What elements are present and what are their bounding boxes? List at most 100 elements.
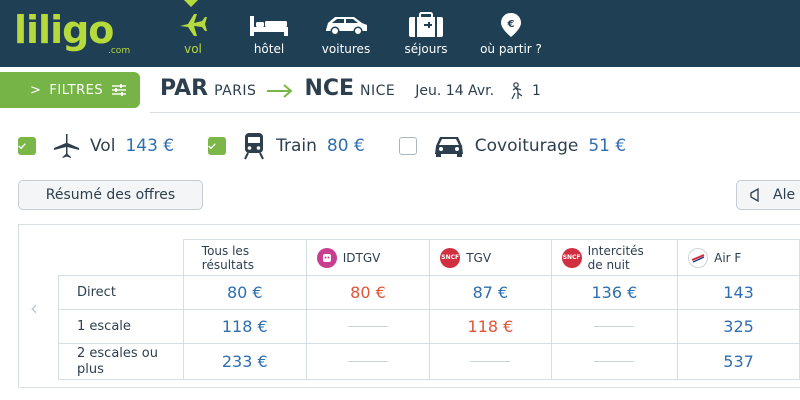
empty-cell bbox=[550, 309, 679, 344]
svg-text:€: € bbox=[507, 19, 515, 30]
column-header-label: TGV bbox=[466, 250, 492, 265]
no-offer-dash bbox=[347, 361, 388, 362]
mode-covoiturage[interactable]: Covoiturage 51 € bbox=[398, 134, 627, 158]
empty-cell bbox=[305, 343, 431, 380]
checkbox-train[interactable] bbox=[208, 137, 227, 155]
nav-label-voitures: voitures bbox=[321, 42, 371, 56]
tab-alert[interactable]: Ale bbox=[736, 180, 800, 210]
no-offer-dash bbox=[470, 361, 511, 362]
checkmark-icon bbox=[208, 143, 216, 150]
price-cell[interactable]: 143 bbox=[677, 275, 800, 310]
row-label-line: 2 escales ou bbox=[77, 345, 158, 361]
checkmark-icon bbox=[18, 143, 26, 150]
chevron-left-icon[interactable]: ‹ bbox=[30, 296, 38, 320]
plane-icon bbox=[54, 134, 79, 158]
no-offer-dash bbox=[594, 361, 635, 362]
nav-label-hotel: hôtel bbox=[253, 42, 285, 56]
travel-date: Jeu. 14 Avr. bbox=[415, 83, 495, 99]
no-offer-dash bbox=[594, 326, 635, 327]
price-cell[interactable]: 136 € bbox=[550, 275, 679, 310]
car-icon bbox=[434, 137, 463, 157]
row-label-line: plus bbox=[77, 361, 104, 377]
row-label-direct: Direct bbox=[58, 275, 184, 310]
air-france-logo-icon bbox=[688, 247, 709, 268]
transport-mode-filters: Vol 143 € Train 80 € Covoiturage 51 € bbox=[18, 130, 660, 162]
empty-cell bbox=[305, 309, 431, 344]
liligo-logo[interactable]: liligo .com bbox=[14, 8, 144, 58]
megaphone-icon bbox=[750, 188, 759, 202]
sncf-logo-icon: SNCF bbox=[561, 247, 582, 268]
column-header-idtgv[interactable]: IDTGV bbox=[305, 239, 431, 276]
mode-price-vol: 143 € bbox=[125, 136, 175, 156]
mode-vol[interactable]: Vol 143 € bbox=[18, 133, 174, 159]
plane-icon bbox=[180, 14, 207, 36]
column-header-label: Intercités bbox=[587, 243, 644, 258]
checkbox-covoiturage[interactable] bbox=[398, 137, 417, 155]
origin-code: PAR bbox=[160, 76, 209, 101]
price-cell[interactable]: 233 € bbox=[182, 343, 307, 380]
nav-item-voitures[interactable]: voitures bbox=[318, 12, 374, 62]
tab-resume-des-offres[interactable]: Résumé des offres bbox=[18, 180, 203, 210]
column-header-air-france[interactable]: Air F bbox=[677, 239, 800, 276]
top-navigation-bar: liligo .com vol hôtel voitures séjours €… bbox=[0, 0, 800, 67]
route-summary[interactable]: PAR PARIS NCE NICE Jeu. 14 Avr. 1 bbox=[160, 76, 541, 106]
price-cell[interactable]: 537 bbox=[677, 343, 800, 380]
nav-label-ou-partir: où partir ? bbox=[480, 42, 542, 56]
arrow-right-icon bbox=[267, 84, 293, 98]
idtgv-logo-icon bbox=[316, 247, 337, 268]
nav-item-hotel[interactable]: hôtel bbox=[242, 12, 296, 62]
mode-train[interactable]: Train 80 € bbox=[208, 132, 365, 160]
bed-icon bbox=[250, 16, 288, 36]
column-header-label: Tous les bbox=[201, 243, 250, 258]
price-cell[interactable]: 325 bbox=[677, 309, 800, 344]
row-label-2-escales: 2 escales ou plus bbox=[58, 343, 184, 380]
location-pin-icon: € bbox=[501, 13, 521, 37]
nav-label-sejours: séjours bbox=[404, 42, 448, 56]
price-cell[interactable]: 118 € bbox=[182, 309, 307, 344]
nav-item-vol[interactable]: vol bbox=[168, 12, 218, 62]
destination-city: NICE bbox=[360, 83, 396, 99]
column-header-label: IDTGV bbox=[342, 250, 381, 265]
filters-label: FILTRES bbox=[49, 82, 104, 98]
tab-alert-label: Ale bbox=[773, 187, 796, 203]
nav-item-ou-partir[interactable]: € où partir ? bbox=[476, 12, 546, 62]
column-header-all[interactable]: Tous les résultats bbox=[182, 239, 307, 276]
mode-name-train: Train bbox=[276, 136, 317, 156]
table-row: Direct 80 € 80 € 87 € 136 € 143 bbox=[58, 275, 800, 310]
column-header-label: résultats bbox=[201, 257, 255, 272]
column-header-intercites[interactable]: SNCF Intercités de nuit bbox=[550, 239, 679, 276]
no-offer-dash bbox=[347, 326, 388, 327]
empty-cell bbox=[429, 343, 552, 380]
nav-label-vol: vol bbox=[184, 42, 202, 56]
filters-button[interactable]: > FILTRES bbox=[0, 72, 140, 108]
nav-item-sejours[interactable]: séjours bbox=[398, 12, 454, 62]
logo-text: liligo bbox=[14, 8, 114, 52]
price-cell[interactable]: 87 € bbox=[429, 275, 552, 310]
offers-table: Tous les résultats IDTGV SNCF TGV SNCF I bbox=[58, 239, 800, 380]
origin-city: PARIS bbox=[214, 83, 257, 99]
table-row: 2 escales ou plus 233 € 537 bbox=[58, 343, 800, 380]
logo-suffix: .com bbox=[108, 46, 131, 56]
price-cell-best[interactable]: 118 € bbox=[429, 309, 552, 344]
price-cell-best[interactable]: 80 € bbox=[305, 275, 431, 310]
mode-name-covoiturage: Covoiturage bbox=[474, 136, 579, 156]
mode-name-vol: Vol bbox=[90, 136, 116, 156]
car-icon bbox=[326, 17, 367, 36]
suitcase-icon bbox=[409, 12, 443, 37]
train-icon bbox=[244, 133, 265, 160]
sliders-icon bbox=[112, 84, 127, 96]
empty-cell bbox=[550, 343, 679, 380]
passenger-count: 1 bbox=[532, 83, 541, 99]
destination-code: NCE bbox=[304, 76, 355, 101]
price-cell[interactable]: 80 € bbox=[182, 275, 307, 310]
checkbox-vol[interactable] bbox=[18, 137, 36, 155]
mode-price-train: 80 € bbox=[326, 136, 365, 156]
sncf-logo-icon: SNCF bbox=[440, 247, 461, 268]
passenger-icon bbox=[511, 82, 523, 100]
table-row: 1 escale 118 € 118 € 325 bbox=[58, 309, 800, 344]
mode-price-covoiturage: 51 € bbox=[588, 136, 627, 156]
active-nav-pointer bbox=[184, 0, 198, 7]
table-corner bbox=[58, 239, 184, 276]
column-header-tgv[interactable]: SNCF TGV bbox=[429, 239, 552, 276]
column-header-label: Air F bbox=[714, 250, 742, 265]
